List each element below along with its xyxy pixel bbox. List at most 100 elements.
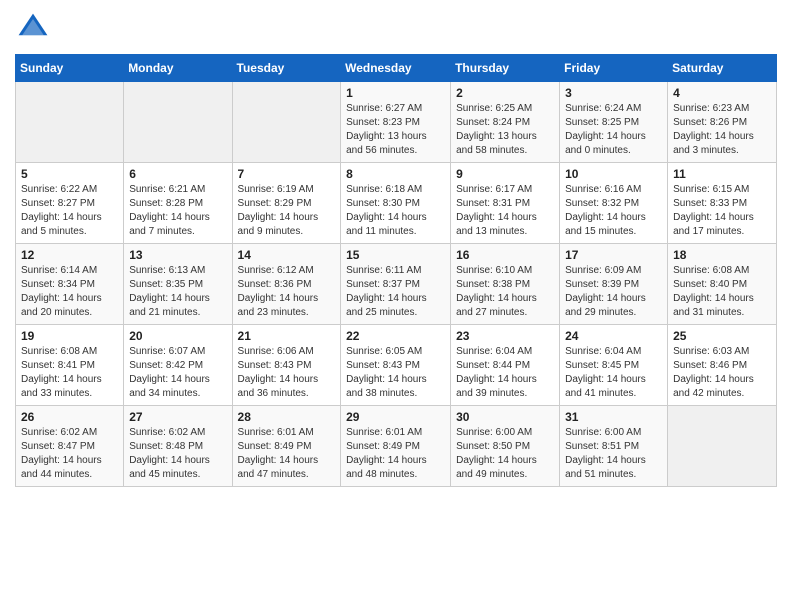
day-info: Sunrise: 6:11 AM Sunset: 8:37 PM Dayligh… — [346, 264, 445, 320]
calendar-cell: 16 Sunrise: 6:10 AM Sunset: 8:38 PM Dayli… — [451, 244, 560, 325]
calendar-cell: 11 Sunrise: 6:15 AM Sunset: 8:33 PM Dayli… — [668, 163, 777, 244]
calendar-cell: 20 Sunrise: 6:07 AM Sunset: 8:42 PM Dayli… — [124, 325, 232, 406]
calendar-cell: 22Sunrise: 6:05 AM Sunset: 8:43 PM Dayli… — [341, 325, 451, 406]
calendar-cell: 12 Sunrise: 6:14 AM Sunset: 8:34 PM Dayli… — [16, 244, 124, 325]
day-info: Sunrise: 6:02 AM Sunset: 8:47 PM Dayligh… — [21, 426, 118, 482]
day-number: 16 — [456, 248, 554, 262]
day-number: 3 — [565, 86, 662, 100]
day-info: Sunrise: 6:19 AM Sunset: 8:29 PM Dayligh… — [238, 183, 336, 239]
day-number: 29 — [346, 410, 445, 424]
day-number: 10 — [565, 167, 662, 181]
calendar: SundayMondayTuesdayWednesdayThursdayFrid… — [15, 54, 777, 487]
day-number: 24 — [565, 329, 662, 343]
calendar-cell — [232, 82, 341, 163]
day-info: Sunrise: 6:08 AM Sunset: 8:40 PM Dayligh… — [673, 264, 771, 320]
day-info: Sunrise: 6:01 AM Sunset: 8:49 PM Dayligh… — [238, 426, 336, 482]
day-info: Sunrise: 6:23 AM Sunset: 8:26 PM Dayligh… — [673, 102, 771, 158]
calendar-cell — [668, 406, 777, 487]
day-number: 20 — [129, 329, 226, 343]
calendar-cell: 3 Sunrise: 6:24 AM Sunset: 8:25 PM Daylig… — [560, 82, 668, 163]
weekday-header-saturday: Saturday — [668, 55, 777, 82]
day-number: 6 — [129, 167, 226, 181]
day-info: Sunrise: 6:12 AM Sunset: 8:36 PM Dayligh… — [238, 264, 336, 320]
calendar-week-3: 12 Sunrise: 6:14 AM Sunset: 8:34 PM Dayli… — [16, 244, 777, 325]
calendar-week-4: 19Sunrise: 6:08 AM Sunset: 8:41 PM Dayli… — [16, 325, 777, 406]
day-info: Sunrise: 6:08 AM Sunset: 8:41 PM Dayligh… — [21, 345, 118, 401]
day-number: 11 — [673, 167, 771, 181]
day-number: 14 — [238, 248, 336, 262]
day-number: 27 — [129, 410, 226, 424]
calendar-cell: 27 Sunrise: 6:02 AM Sunset: 8:48 PM Dayli… — [124, 406, 232, 487]
day-info: Sunrise: 6:14 AM Sunset: 8:34 PM Dayligh… — [21, 264, 118, 320]
day-info: Sunrise: 6:06 AM Sunset: 8:43 PM Dayligh… — [238, 345, 336, 401]
day-info: Sunrise: 6:27 AM Sunset: 8:23 PM Dayligh… — [346, 102, 445, 158]
calendar-cell: 2 Sunrise: 6:25 AM Sunset: 8:24 PM Daylig… — [451, 82, 560, 163]
day-info: Sunrise: 6:17 AM Sunset: 8:31 PM Dayligh… — [456, 183, 554, 239]
day-info: Sunrise: 6:16 AM Sunset: 8:32 PM Dayligh… — [565, 183, 662, 239]
calendar-cell: 30 Sunrise: 6:00 AM Sunset: 8:50 PM Dayli… — [451, 406, 560, 487]
day-info: Sunrise: 6:05 AM Sunset: 8:43 PM Dayligh… — [346, 345, 445, 401]
day-info: Sunrise: 6:24 AM Sunset: 8:25 PM Dayligh… — [565, 102, 662, 158]
calendar-cell: 1 Sunrise: 6:27 AM Sunset: 8:23 PM Daylig… — [341, 82, 451, 163]
day-info: Sunrise: 6:15 AM Sunset: 8:33 PM Dayligh… — [673, 183, 771, 239]
calendar-cell: 31Sunrise: 6:00 AM Sunset: 8:51 PM Dayli… — [560, 406, 668, 487]
calendar-header-row: SundayMondayTuesdayWednesdayThursdayFrid… — [16, 55, 777, 82]
calendar-week-5: 26Sunrise: 6:02 AM Sunset: 8:47 PM Dayli… — [16, 406, 777, 487]
calendar-cell: 24 Sunrise: 6:04 AM Sunset: 8:45 PM Dayli… — [560, 325, 668, 406]
day-number: 12 — [21, 248, 118, 262]
day-info: Sunrise: 6:10 AM Sunset: 8:38 PM Dayligh… — [456, 264, 554, 320]
day-number: 25 — [673, 329, 771, 343]
weekday-header-wednesday: Wednesday — [341, 55, 451, 82]
calendar-week-2: 5 Sunrise: 6:22 AM Sunset: 8:27 PM Daylig… — [16, 163, 777, 244]
day-number: 18 — [673, 248, 771, 262]
day-number: 28 — [238, 410, 336, 424]
day-info: Sunrise: 6:21 AM Sunset: 8:28 PM Dayligh… — [129, 183, 226, 239]
day-info: Sunrise: 6:02 AM Sunset: 8:48 PM Dayligh… — [129, 426, 226, 482]
day-number: 2 — [456, 86, 554, 100]
calendar-week-1: 1 Sunrise: 6:27 AM Sunset: 8:23 PM Daylig… — [16, 82, 777, 163]
day-number: 17 — [565, 248, 662, 262]
day-number: 5 — [21, 167, 118, 181]
calendar-cell: 10 Sunrise: 6:16 AM Sunset: 8:32 PM Dayli… — [560, 163, 668, 244]
weekday-header-friday: Friday — [560, 55, 668, 82]
calendar-cell: 13 Sunrise: 6:13 AM Sunset: 8:35 PM Dayli… — [124, 244, 232, 325]
day-info: Sunrise: 6:25 AM Sunset: 8:24 PM Dayligh… — [456, 102, 554, 158]
calendar-cell: 25Sunrise: 6:03 AM Sunset: 8:46 PM Dayli… — [668, 325, 777, 406]
weekday-header-tuesday: Tuesday — [232, 55, 341, 82]
day-number: 31 — [565, 410, 662, 424]
day-number: 9 — [456, 167, 554, 181]
calendar-cell: 29 Sunrise: 6:01 AM Sunset: 8:49 PM Dayli… — [341, 406, 451, 487]
day-info: Sunrise: 6:04 AM Sunset: 8:44 PM Dayligh… — [456, 345, 554, 401]
header — [15, 10, 777, 46]
day-info: Sunrise: 6:09 AM Sunset: 8:39 PM Dayligh… — [565, 264, 662, 320]
day-info: Sunrise: 6:04 AM Sunset: 8:45 PM Dayligh… — [565, 345, 662, 401]
day-number: 30 — [456, 410, 554, 424]
weekday-header-monday: Monday — [124, 55, 232, 82]
weekday-header-thursday: Thursday — [451, 55, 560, 82]
logo-icon — [15, 10, 51, 46]
day-info: Sunrise: 6:22 AM Sunset: 8:27 PM Dayligh… — [21, 183, 118, 239]
day-number: 4 — [673, 86, 771, 100]
day-info: Sunrise: 6:13 AM Sunset: 8:35 PM Dayligh… — [129, 264, 226, 320]
calendar-cell: 14 Sunrise: 6:12 AM Sunset: 8:36 PM Dayli… — [232, 244, 341, 325]
calendar-cell: 7 Sunrise: 6:19 AM Sunset: 8:29 PM Daylig… — [232, 163, 341, 244]
day-number: 8 — [346, 167, 445, 181]
day-number: 7 — [238, 167, 336, 181]
day-info: Sunrise: 6:01 AM Sunset: 8:49 PM Dayligh… — [346, 426, 445, 482]
day-number: 1 — [346, 86, 445, 100]
calendar-cell: 9 Sunrise: 6:17 AM Sunset: 8:31 PM Daylig… — [451, 163, 560, 244]
calendar-cell: 19Sunrise: 6:08 AM Sunset: 8:41 PM Dayli… — [16, 325, 124, 406]
calendar-cell: 8Sunrise: 6:18 AM Sunset: 8:30 PM Daylig… — [341, 163, 451, 244]
day-number: 13 — [129, 248, 226, 262]
logo — [15, 10, 55, 46]
day-info: Sunrise: 6:07 AM Sunset: 8:42 PM Dayligh… — [129, 345, 226, 401]
page: SundayMondayTuesdayWednesdayThursdayFrid… — [0, 0, 792, 502]
weekday-header-sunday: Sunday — [16, 55, 124, 82]
day-number: 23 — [456, 329, 554, 343]
day-number: 15 — [346, 248, 445, 262]
calendar-cell: 15 Sunrise: 6:11 AM Sunset: 8:37 PM Dayli… — [341, 244, 451, 325]
calendar-cell: 18 Sunrise: 6:08 AM Sunset: 8:40 PM Dayli… — [668, 244, 777, 325]
calendar-cell: 21Sunrise: 6:06 AM Sunset: 8:43 PM Dayli… — [232, 325, 341, 406]
day-info: Sunrise: 6:00 AM Sunset: 8:50 PM Dayligh… — [456, 426, 554, 482]
calendar-cell: 26Sunrise: 6:02 AM Sunset: 8:47 PM Dayli… — [16, 406, 124, 487]
